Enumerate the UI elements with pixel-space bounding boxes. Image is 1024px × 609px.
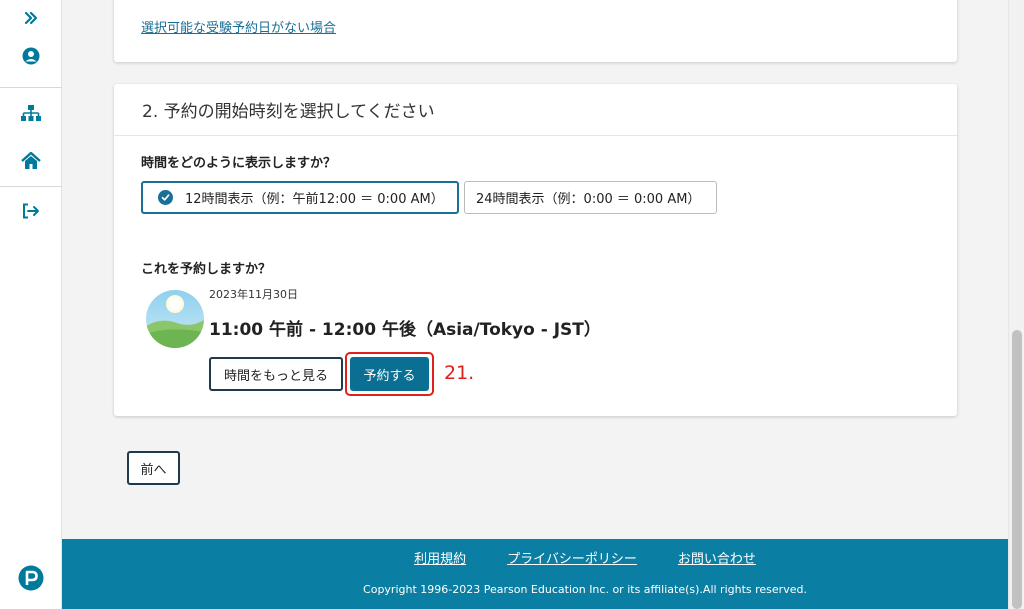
home-button[interactable] [0,145,62,177]
no-available-dates-link[interactable]: 選択可能な受験予約日がない場合 [141,17,336,36]
slot-date: 2023年11月30日 [209,288,298,301]
expand-sidebar-button[interactable] [0,2,62,34]
booking-question: これを予約しますか？ [141,262,272,277]
pearson-logo-icon [18,565,44,591]
double-chevron-right-icon [24,11,38,25]
slot-time: 11:00 午前 - 12:00 午後（Asia/Tokyo - JST） [209,320,601,340]
option-12-hour-label: 12時間表示（例：午前12:00 ＝ 0:00 AM） [185,192,444,207]
sitemap-button[interactable] [0,97,62,129]
sidebar [0,0,62,609]
no-dates-card: 選択可能な受験予約日がない場合 [114,0,957,62]
book-button[interactable]: 予約する [350,357,429,391]
home-icon [21,152,41,169]
footer-links: 利用規約 プライバシーポリシー お問い合わせ [62,548,1008,567]
contact-link[interactable]: お問い合わせ [678,548,756,567]
scrollbar[interactable] [1008,0,1024,609]
copyright: Copyright 1996-2023 Pearson Education In… [363,583,807,596]
step-annotation: 21. [444,362,475,384]
daytime-icon [146,290,204,348]
option-24-hour[interactable]: 24時間表示（例：0:00 ＝ 0:00 AM） [464,181,717,214]
pearson-logo[interactable] [0,563,62,593]
sidebar-divider [0,186,62,187]
check-circle-icon [158,190,173,205]
sign-out-icon [23,203,39,219]
previous-button[interactable]: 前へ [127,451,180,485]
terms-link[interactable]: 利用規約 [414,548,466,567]
user-circle-icon [22,47,40,65]
main-content: 選択可能な受験予約日がない場合 2. 予約の開始時刻を選択してください 時間をど… [62,0,1008,609]
see-more-times-button[interactable]: 時間をもっと見る [209,357,343,391]
start-time-card: 2. 予約の開始時刻を選択してください 時間をどのように表示しますか？ 12時間… [114,84,957,416]
profile-button[interactable] [0,40,62,72]
section-title: 2. 予約の開始時刻を選択してください [114,84,957,136]
time-format-question: 時間をどのように表示しますか？ [141,156,337,171]
sidebar-divider [0,87,62,88]
option-12-hour[interactable]: 12時間表示（例：午前12:00 ＝ 0:00 AM） [141,181,459,214]
footer: 利用規約 プライバシーポリシー お問い合わせ Copyright 1996-20… [62,539,1008,609]
sign-out-button[interactable] [0,195,62,227]
highlight-box: 予約する [345,352,434,396]
privacy-policy-link[interactable]: プライバシーポリシー [507,548,637,567]
scrollbar-thumb[interactable] [1012,330,1022,609]
sitemap-icon [21,105,41,121]
option-24-hour-label: 24時間表示（例：0:00 ＝ 0:00 AM） [476,192,701,207]
